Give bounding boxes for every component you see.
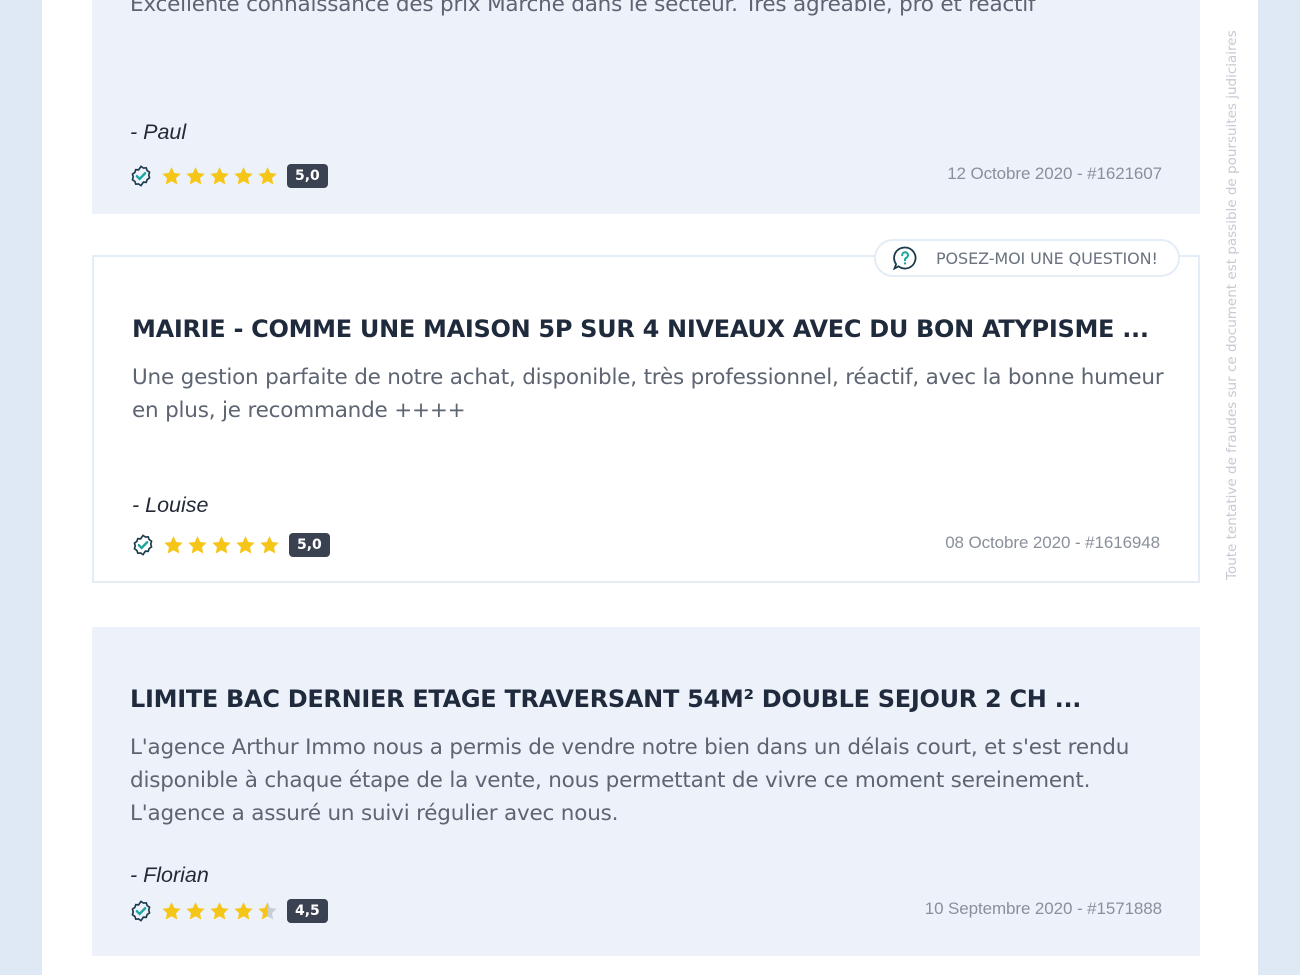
star-full-icon [260,535,279,553]
verified-check-icon [131,165,151,187]
review-text: L'agence Arthur Immo nous a permis de ve… [130,735,1130,826]
review-card: MAIRIE - COMME UNE MAISON 5P SUR 4 NIVEA… [92,255,1200,583]
star-full-icon [164,535,183,553]
review-rating: 4,5 [130,898,328,924]
star-rating [162,534,281,557]
star-full-icon [236,535,255,553]
review-author: - Florian [130,863,209,887]
ask-question-button[interactable]: POSEZ-MOI UNE QUESTION! [874,239,1180,277]
review-date-id: 12 Octobre 2020 - #1621607 [947,164,1162,183]
review-author: - Louise [132,493,209,517]
score-badge: 5,0 [287,164,328,188]
review-title: MAIRIE - COMME UNE MAISON 5P SUR 4 NIVEA… [132,315,1149,343]
star-full-icon [162,901,181,919]
score-badge: 5,0 [289,533,330,557]
star-full-icon [210,166,229,184]
verified-check-icon [133,534,153,556]
review-date-id: 08 Octobre 2020 - #1616948 [945,533,1160,552]
star-full-icon [162,166,181,184]
star-full-icon [234,901,253,919]
star-full-icon [258,166,277,184]
star-half-icon [258,901,277,919]
star-full-icon [186,901,205,919]
star-full-icon [186,166,205,184]
review-text: Une gestion parfaite de notre achat, dis… [132,365,1164,423]
question-chat-icon [892,246,917,271]
fraud-warning-vertical-text: Toute tentative de fraudes sur ce docume… [1226,0,1246,580]
review-rating: 5,0 [130,163,328,189]
fraud-warning-text: Toute tentative de fraudes sur ce docume… [1226,30,1240,580]
star-full-icon [212,535,231,553]
verified-check-icon [131,900,151,922]
star-full-icon [188,535,207,553]
review-title: LIMITE BAC DERNIER ETAGE TRAVERSANT 54M²… [130,685,1082,713]
review-date-id: 10 Septembre 2020 - #1571888 [924,899,1162,918]
review-author: - Paul [130,120,187,144]
review-card: Excellente connaissance des prix Marché … [92,0,1200,214]
review-card: LIMITE BAC DERNIER ETAGE TRAVERSANT 54M²… [92,627,1200,956]
score-badge: 4,5 [287,899,328,923]
review-rating: 5,0 [132,532,330,558]
star-rating [160,165,279,188]
star-full-icon [210,901,229,919]
star-full-icon [234,166,253,184]
review-text: Excellente connaissance des prix Marché … [130,0,1036,17]
ask-question-label: POSEZ-MOI UNE QUESTION! [936,248,1158,268]
star-rating [160,900,279,923]
